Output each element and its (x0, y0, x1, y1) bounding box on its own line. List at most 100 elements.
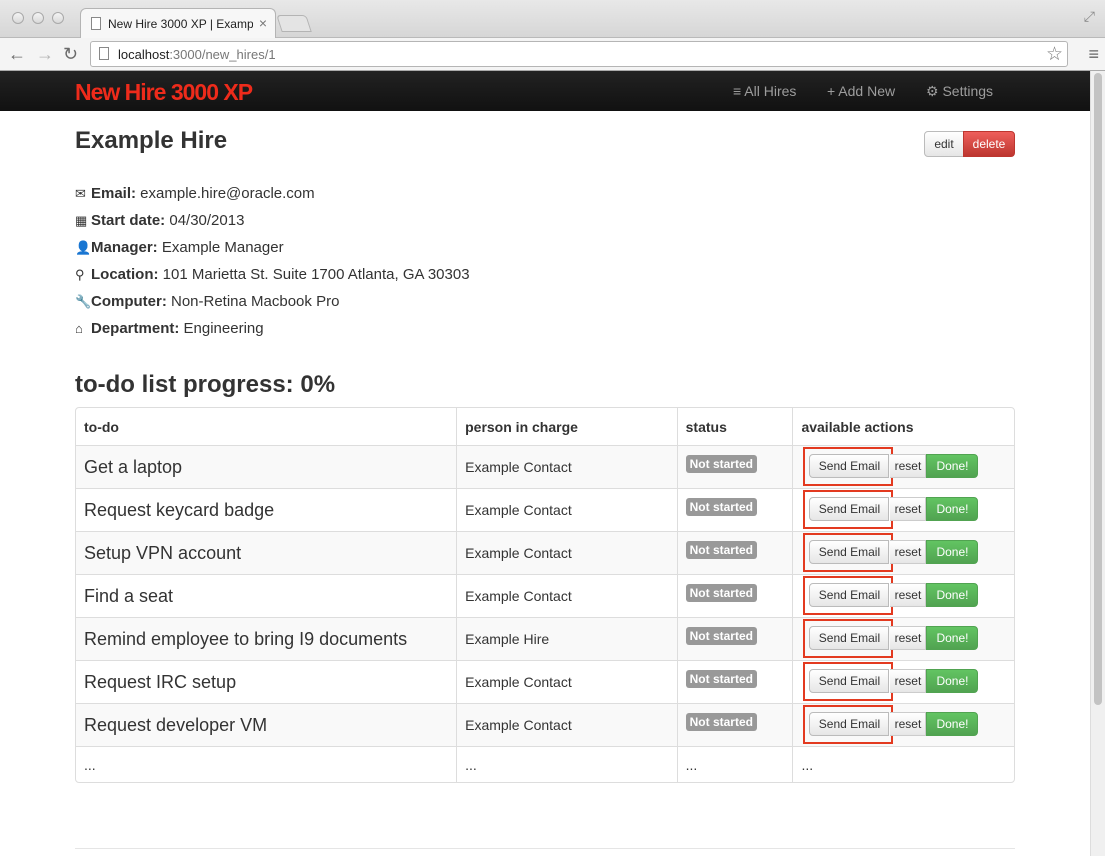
send-email-button[interactable]: Send Email (809, 454, 890, 478)
url-text[interactable]: localhost:3000/new_hires/1 (118, 47, 276, 62)
table-row: Find a seat Example Contact Not started Sen… (76, 574, 1014, 617)
reset-button[interactable]: reset (890, 712, 927, 736)
table-row-ellipsis: ............ (76, 746, 1014, 782)
detail-label: Computer: (91, 293, 167, 310)
url-host: localhost (118, 47, 170, 62)
send-email-button[interactable]: Send Email (809, 497, 890, 521)
page-title: Example Hire (75, 127, 228, 154)
todo-status-cell: Not started (676, 531, 793, 574)
nav-settings[interactable]: ⚙ Settings (926, 83, 993, 100)
window-close-button[interactable] (12, 12, 24, 24)
status-badge: Not started (685, 713, 757, 731)
todo-status-cell: Not started (676, 660, 793, 703)
detail-label: Department: (91, 320, 180, 337)
action-group: Send Email reset Done! (801, 662, 1006, 701)
ellipsis-cell: ... (676, 746, 793, 782)
url-path: :3000/new_hires/1 (169, 47, 276, 62)
reload-icon[interactable]: ↻ (63, 43, 78, 65)
table-row: Get a laptop Example Contact Not started Se… (76, 445, 1014, 488)
browser-menu-icon[interactable]: ≡ (1088, 44, 1099, 65)
nav-all-hires[interactable]: ≡ All Hires (733, 83, 796, 99)
todo-status-cell: Not started (676, 574, 793, 617)
status-badge: Not started (685, 498, 757, 516)
window-zoom-button[interactable] (52, 12, 64, 24)
todo-task: Find a seat (76, 574, 457, 617)
status-badge: Not started (685, 627, 757, 645)
status-badge: Not started (685, 541, 757, 559)
page-scrollbar[interactable] (1090, 71, 1105, 856)
done-button[interactable]: Done! (926, 669, 979, 693)
scrollbar-thumb[interactable] (1094, 73, 1102, 705)
tab-close-icon[interactable]: × (259, 15, 267, 31)
home-icon: ⌂ (75, 321, 83, 336)
todo-person: Example Contact (456, 445, 677, 488)
reset-button[interactable]: reset (890, 497, 927, 521)
ellipsis-cell: ... (456, 746, 677, 782)
table-row: Remind employee to bring I9 documents Exa… (76, 617, 1014, 660)
todo-task: Remind employee to bring I9 documents (76, 617, 457, 660)
send-email-button[interactable]: Send Email (809, 540, 890, 564)
reset-button[interactable]: reset (890, 583, 927, 607)
done-button[interactable]: Done! (926, 583, 979, 607)
todo-person: Example Contact (456, 531, 677, 574)
detail-value: Engineering (179, 320, 264, 337)
todo-status-cell: Not started (676, 488, 793, 531)
todo-actions-cell: Send Email reset Done! (792, 660, 1014, 703)
todo-actions-cell: Send Email reset Done! (792, 574, 1014, 617)
send-email-button[interactable]: Send Email (809, 583, 890, 607)
reset-button[interactable]: reset (890, 454, 927, 478)
todo-person: Example Hire (456, 617, 677, 660)
status-badge: Not started (685, 670, 757, 688)
edit-button[interactable]: edit (924, 131, 964, 157)
todo-actions-cell: Send Email reset Done! (792, 617, 1014, 660)
send-email-button[interactable]: Send Email (809, 626, 890, 650)
detail-value: 04/30/2013 (165, 212, 245, 229)
reset-button[interactable]: reset (890, 540, 927, 564)
ellipsis-cell: ... (792, 746, 1014, 782)
brand-logo[interactable]: New Hire 3000 XP (75, 79, 253, 106)
envelope-icon: ✉ (75, 186, 86, 201)
detail-value: Example Manager (157, 239, 284, 256)
delete-button[interactable]: delete (963, 131, 1015, 157)
done-button[interactable]: Done! (926, 712, 979, 736)
action-group: Send Email reset Done! (801, 490, 1006, 529)
bookmark-star-icon[interactable]: ☆ (1046, 43, 1063, 66)
back-icon[interactable]: ← (8, 43, 26, 65)
todo-actions-cell: Send Email reset Done! (792, 488, 1014, 531)
table-row: Request IRC setup Example Contact Not star… (76, 660, 1014, 703)
window-minimize-button[interactable] (32, 12, 44, 24)
todo-status-cell: Not started (676, 703, 793, 746)
reset-button[interactable]: reset (890, 626, 927, 650)
table-row: Setup VPN account Example Contact Not star… (76, 531, 1014, 574)
detail-value: example.hire@oracle.com (136, 185, 315, 202)
nav-add-new[interactable]: + Add New (827, 83, 895, 99)
ellipsis-cell: ... (76, 746, 457, 782)
done-button[interactable]: Done! (926, 454, 979, 478)
todo-actions-cell: Send Email reset Done! (792, 531, 1014, 574)
fullscreen-icon[interactable]: ⤢ (1084, 8, 1095, 25)
detail-row: ✉ Email: example.hire@oracle.com (75, 185, 470, 212)
header-person: person in charge (456, 408, 677, 445)
done-button[interactable]: Done! (926, 497, 979, 521)
forward-icon[interactable]: → (36, 43, 54, 65)
detail-row: ⚲ Location: 101 Marietta St. Suite 1700 A… (75, 266, 470, 293)
address-bar[interactable]: localhost:3000/new_hires/1 ☆ (90, 41, 1068, 67)
browser-toolbar: ← → ↻ localhost:3000/new_hires/1 ☆ ≡ (0, 38, 1105, 71)
todo-task: Request IRC setup (76, 660, 457, 703)
user-icon: 👤 (75, 240, 92, 255)
send-email-button[interactable]: Send Email (809, 669, 890, 693)
detail-row: ⌂ Department: Engineering (75, 320, 470, 347)
todo-status-cell: Not started (676, 617, 793, 660)
done-button[interactable]: Done! (926, 626, 979, 650)
todo-table: to-do person in charge status available … (75, 407, 1015, 783)
todo-person: Example Contact (456, 660, 677, 703)
browser-tab[interactable]: New Hire 3000 XP | Example Hire × (80, 8, 276, 39)
detail-label: Email: (91, 185, 137, 202)
reset-button[interactable]: reset (890, 669, 927, 693)
detail-value: 101 Marietta St. Suite 1700 Atlanta, GA … (158, 266, 470, 283)
done-button[interactable]: Done! (926, 540, 979, 564)
todo-status-cell: Not started (676, 445, 793, 488)
send-email-button[interactable]: Send Email (809, 712, 890, 736)
new-tab-button[interactable] (276, 15, 312, 32)
detail-label: Location: (91, 266, 159, 283)
